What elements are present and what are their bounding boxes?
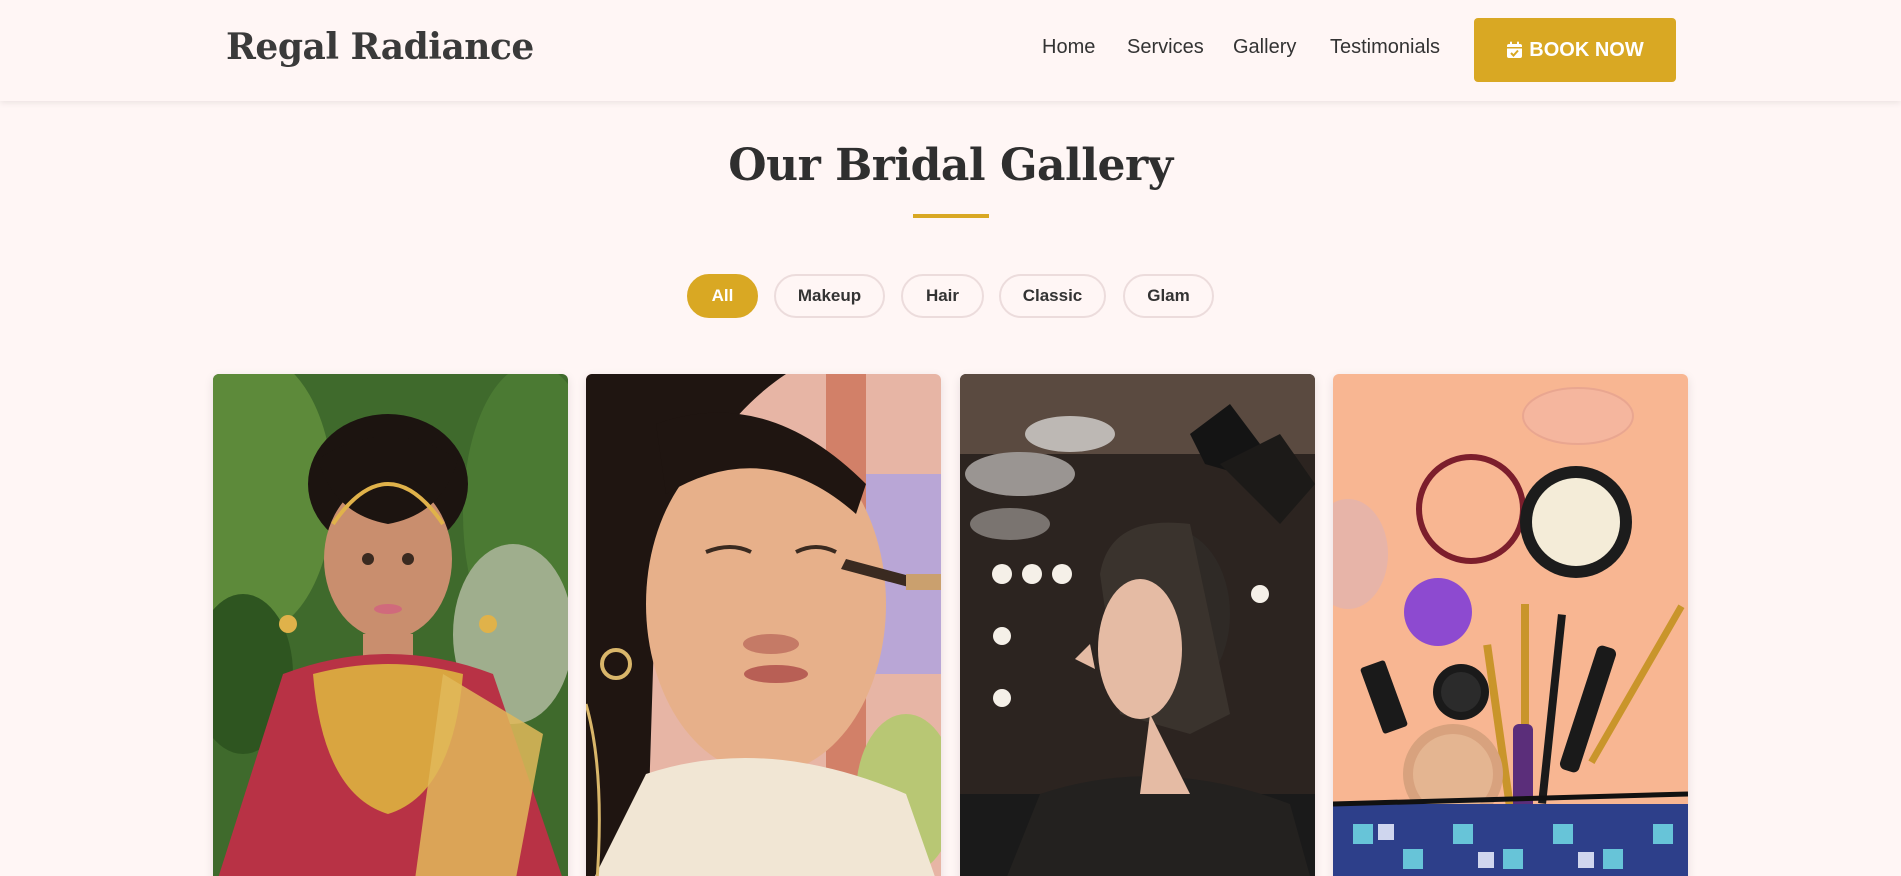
nav-gallery[interactable]: Gallery [1233,36,1296,59]
makeup-brush-application-photo [586,374,941,876]
nav-testimonials[interactable]: Testimonials [1330,36,1440,59]
hair-coloring-salon-photo [960,374,1315,876]
book-now-label: BOOK NOW [1529,38,1644,61]
filter-glam[interactable]: Glam [1123,274,1214,318]
title-underline [913,214,989,218]
filter-makeup[interactable]: Makeup [774,274,885,318]
calendar-check-icon [1507,41,1523,58]
gallery-card-products[interactable] [1333,374,1688,876]
gallery-title: Our Bridal Gallery [728,140,1173,191]
gallery-card-bride[interactable] [213,374,568,876]
makeup-products-flatlay-photo [1333,374,1688,876]
filter-hair[interactable]: Hair [901,274,984,318]
filter-all[interactable]: All [687,274,758,318]
bride-with-gold-jewelry-photo [213,374,568,876]
gallery-card-makeup[interactable] [586,374,941,876]
gallery-card-hair[interactable] [960,374,1315,876]
site-header: Regal Radiance Home Services Gallery Tes… [0,0,1901,101]
nav-home[interactable]: Home [1042,36,1095,59]
site-logo[interactable]: Regal Radiance [226,26,534,68]
book-now-button[interactable]: BOOK NOW [1474,18,1676,82]
nav-services[interactable]: Services [1127,36,1204,59]
filter-classic[interactable]: Classic [999,274,1106,318]
